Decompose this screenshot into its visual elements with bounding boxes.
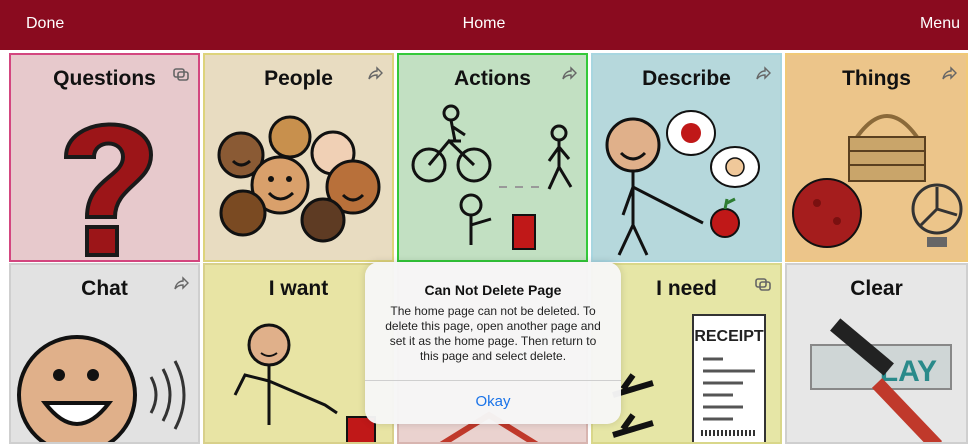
- alert-message: The home page can not be deleted. To del…: [385, 304, 601, 363]
- describe-figure-icon: [605, 110, 760, 256]
- tile-questions[interactable]: Questions: [9, 53, 200, 262]
- question-mark-icon: [63, 122, 154, 257]
- tile-label: People: [264, 67, 333, 90]
- okay-button[interactable]: Okay: [365, 393, 621, 410]
- alert-divider: [365, 380, 621, 381]
- things-objects-icon: [792, 114, 963, 248]
- receipt-label: RECEIPT: [694, 328, 764, 345]
- actions-figures-icon: [411, 104, 573, 250]
- tile-describe[interactable]: Describe: [591, 53, 782, 262]
- page-title: Home: [462, 15, 506, 32]
- link-icon: [173, 68, 189, 81]
- receipt-hands-icon: RECEIPT: [612, 314, 766, 442]
- share-arrow-icon: [174, 276, 189, 290]
- share-arrow-icon: [942, 66, 957, 80]
- share-arrow-icon: [368, 66, 383, 80]
- tile-things[interactable]: Things: [785, 53, 968, 262]
- tile-chat[interactable]: Chat: [9, 263, 200, 444]
- chat-face-icon: [17, 335, 186, 442]
- share-arrow-icon: [756, 66, 771, 80]
- tile-actions[interactable]: Actions: [397, 53, 588, 262]
- people-faces-icon: [217, 115, 381, 243]
- tile-label: Clear: [850, 277, 903, 300]
- top-navigation-bar: Done Home Menu: [0, 0, 968, 50]
- tile-people[interactable]: People: [203, 53, 394, 262]
- menu-button[interactable]: Menu: [920, 15, 960, 33]
- tile-label: Chat: [81, 277, 128, 300]
- cannot-delete-alert: Can Not Delete Page The home page can no…: [365, 262, 621, 424]
- tile-clear[interactable]: Clear LAY: [785, 263, 968, 444]
- eraser-squeegee-icon: LAY: [810, 318, 952, 442]
- tile-label: I need: [656, 277, 717, 300]
- tile-label: I want: [268, 277, 329, 300]
- tile-label: Actions: [453, 67, 531, 90]
- alert-title: Can Not Delete Page: [424, 282, 562, 298]
- tile-label: Questions: [53, 67, 156, 90]
- share-arrow-icon: [562, 66, 577, 80]
- tile-label: Describe: [642, 67, 731, 90]
- link-icon: [755, 278, 771, 291]
